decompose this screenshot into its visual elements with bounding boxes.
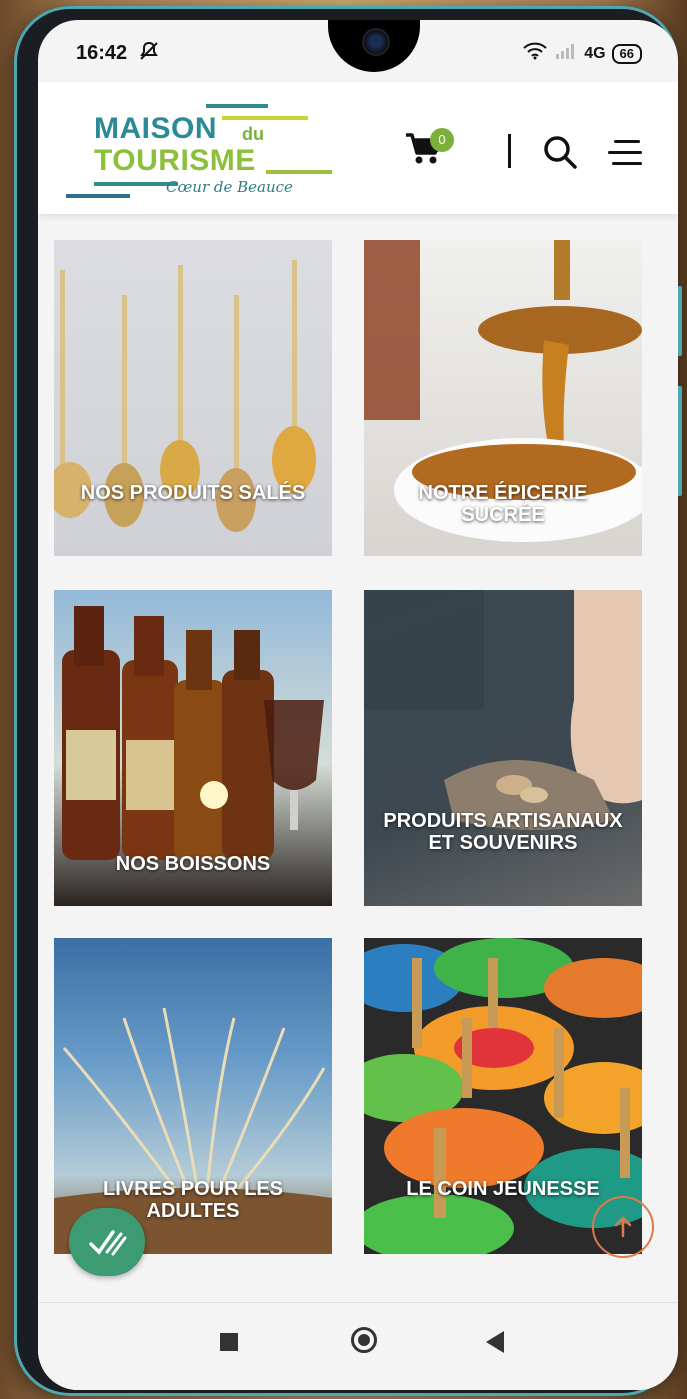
home-circle-icon[interactable] bbox=[351, 1327, 377, 1353]
artisan-hands-image bbox=[364, 590, 642, 830]
logo[interactable]: MAISON du TOURISME Cœur de Beauce bbox=[66, 100, 366, 200]
battery-indicator: 66 bbox=[611, 43, 642, 64]
back-triangle-icon[interactable] bbox=[486, 1331, 504, 1353]
status-right: 4G 66 bbox=[522, 42, 642, 65]
tile-label: LE COIN JEUNESSE bbox=[406, 1178, 600, 1200]
tile-label: PRODUITS ARTISANAUX ET SOUVENIRS bbox=[383, 810, 623, 854]
site-header: MAISON du TOURISME Cœur de Beauce 0 bbox=[38, 82, 678, 214]
recent-apps-icon[interactable] bbox=[220, 1333, 238, 1351]
search-icon[interactable] bbox=[542, 134, 578, 170]
mute-bell-icon bbox=[138, 40, 160, 68]
camera-icon bbox=[362, 28, 390, 56]
tile-label: NOTRE ÉPICERIE SUCRÉE bbox=[418, 482, 588, 526]
category-tile-epicerie-sucree[interactable]: NOTRE ÉPICERIE SUCRÉE bbox=[364, 240, 642, 556]
signal-icon bbox=[554, 42, 578, 65]
hamburger-menu-icon[interactable] bbox=[608, 138, 642, 168]
pasta-spoons-image bbox=[54, 260, 316, 532]
logo-maison: MAISON bbox=[94, 112, 217, 145]
logo-du: du bbox=[242, 124, 264, 144]
phone-frame: 16:42 4G 66 MAISON du TOURISME Cœur de B… bbox=[14, 6, 682, 1396]
cart-count-badge: 0 bbox=[430, 128, 454, 152]
logo-tagline: Cœur de Beauce bbox=[166, 178, 293, 196]
checkmark-hatch-icon bbox=[89, 1230, 127, 1256]
scroll-to-top-button[interactable] bbox=[592, 1196, 654, 1258]
category-tile-artisanat-souvenirs[interactable]: PRODUITS ARTISANAUX ET SOUVENIRS bbox=[364, 590, 642, 906]
tile-label: NOS PRODUITS SALÉS bbox=[80, 482, 306, 504]
accessibility-fab[interactable] bbox=[69, 1208, 145, 1276]
category-tile-produits-sales[interactable]: NOS PRODUITS SALÉS bbox=[54, 240, 332, 556]
status-time: 16:42 bbox=[76, 42, 128, 64]
tile-label: NOS BOISSONS bbox=[115, 853, 271, 875]
logo-tourisme: TOURISME bbox=[94, 144, 256, 177]
wifi-icon bbox=[522, 42, 548, 65]
screen: 16:42 4G 66 MAISON du TOURISME Cœur de B… bbox=[38, 20, 678, 1390]
category-tile-livres-adultes[interactable]: LIVRES POUR LES ADULTES bbox=[54, 938, 332, 1254]
android-nav-bar bbox=[38, 1302, 678, 1390]
arrow-up-icon bbox=[614, 1216, 632, 1238]
network-type: 4G bbox=[584, 44, 606, 62]
category-tile-boissons[interactable]: NOS BOISSONS bbox=[54, 590, 332, 906]
header-divider bbox=[508, 134, 511, 168]
